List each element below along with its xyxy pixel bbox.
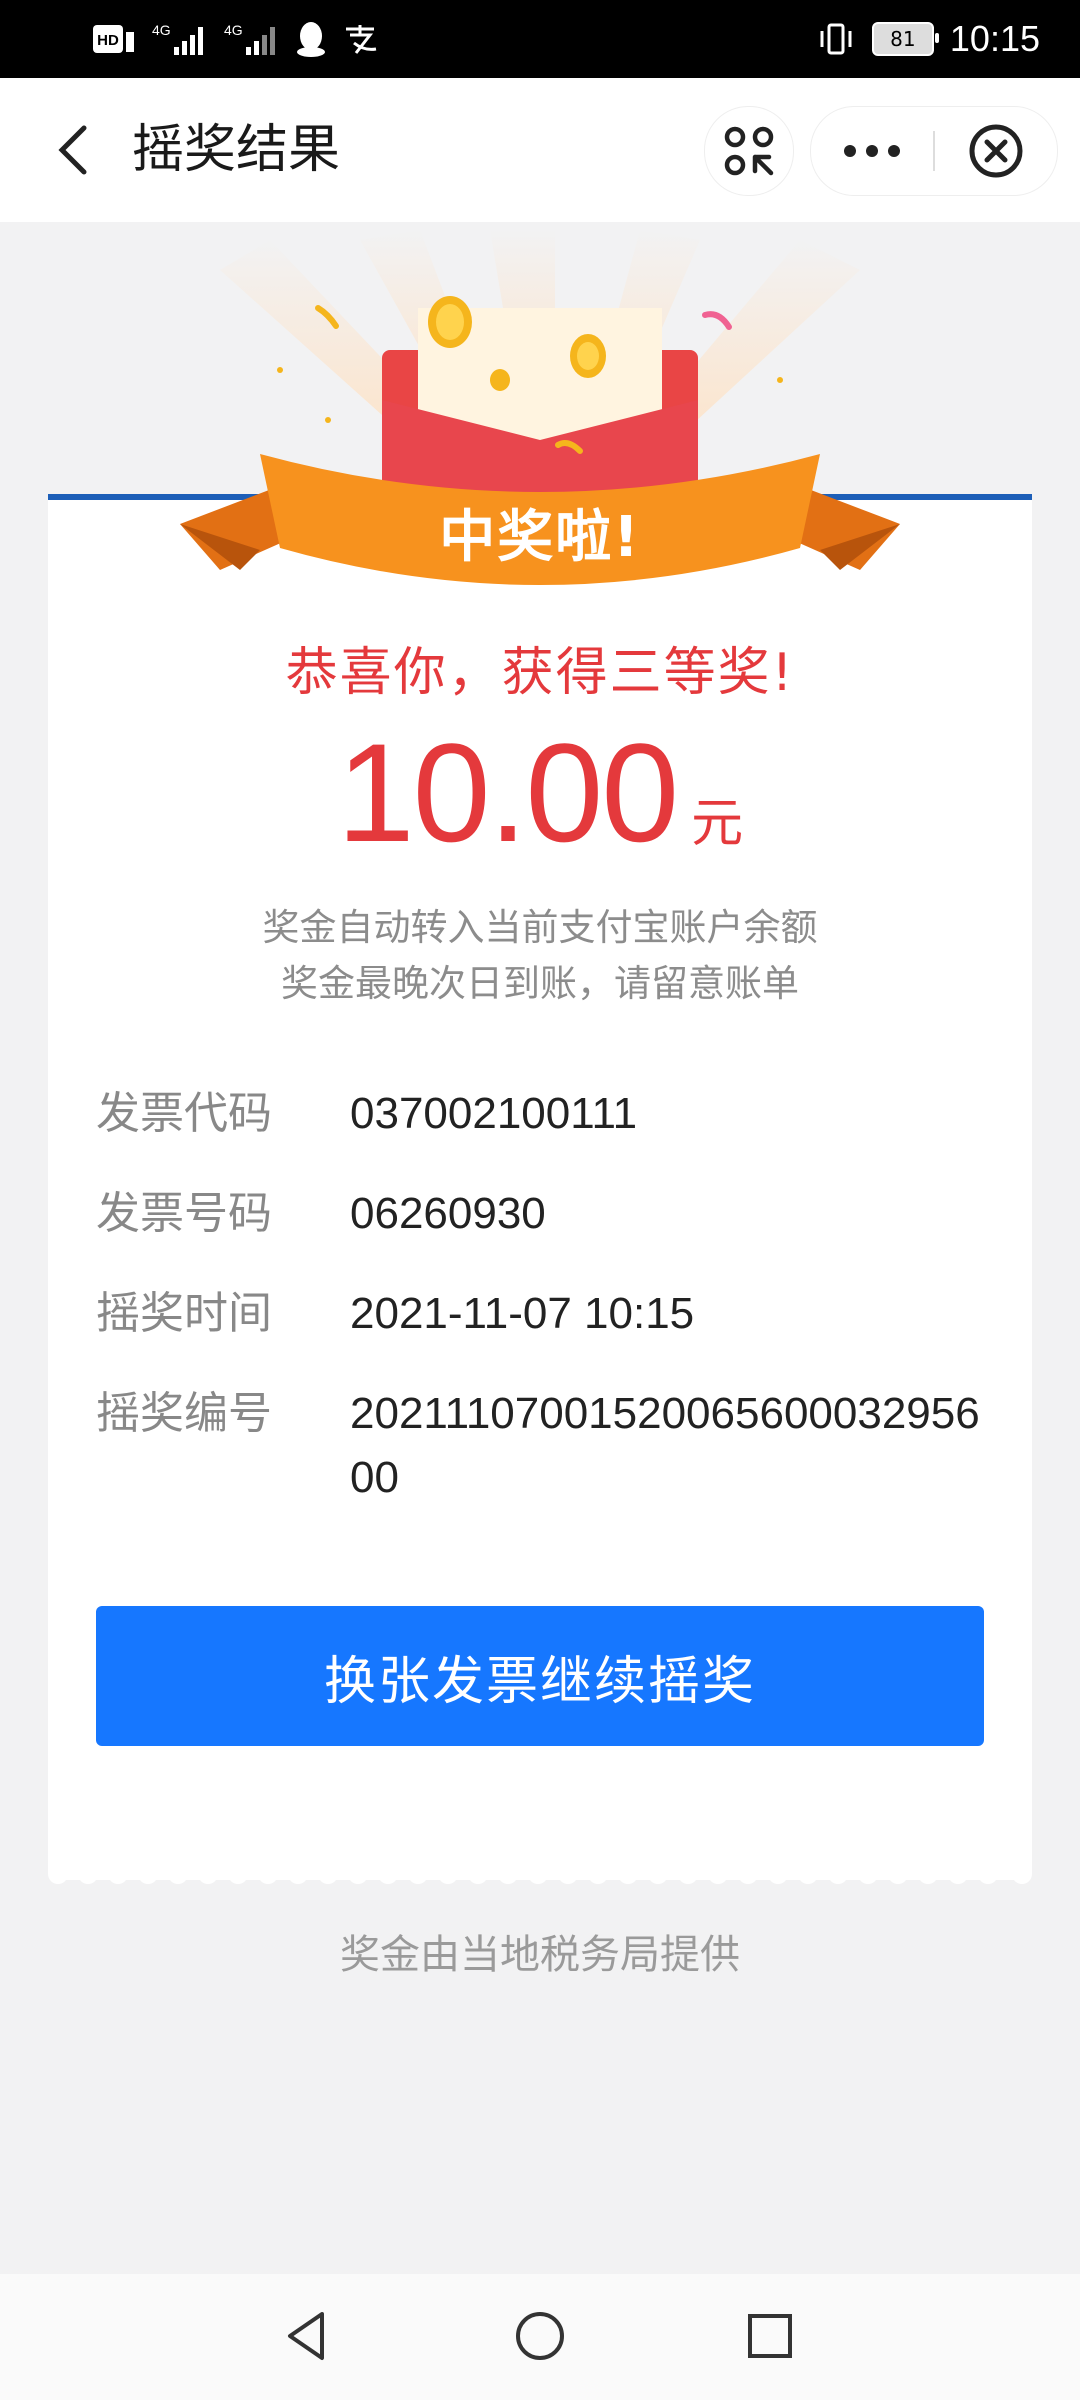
info-value: 2021-11-07 10:15 xyxy=(350,1289,695,1338)
alipay-icon xyxy=(346,25,377,54)
more-button[interactable] xyxy=(811,107,933,195)
scan-button[interactable] xyxy=(704,106,794,196)
info-value: 037002100111 xyxy=(350,1089,638,1138)
status-bar: HD 4G 4G 81 10:15 xyxy=(0,0,1080,78)
info-value: 2021110700152006560003295600 xyxy=(350,1389,980,1502)
info-row-invoice-number: 发票号码 06260930 xyxy=(96,1182,996,1246)
info-label: 发票代码 xyxy=(96,1088,272,1139)
svg-text:HD: HD xyxy=(97,32,119,49)
vibrate-icon xyxy=(820,23,852,55)
status-right: 81 10:15 xyxy=(816,14,1040,64)
info-list: 发票代码 037002100111 发票号码 06260930 摇奖时间 202… xyxy=(96,1082,996,1546)
battery-icon: 81 xyxy=(871,22,939,56)
info-label: 发票号码 xyxy=(96,1188,272,1239)
scan-icon xyxy=(724,126,774,176)
draw-again-button[interactable]: 换张发票继续摇奖 xyxy=(96,1606,984,1746)
page-title: 摇奖结果 xyxy=(132,120,341,180)
close-button[interactable] xyxy=(935,107,1057,195)
svg-text:4G: 4G xyxy=(224,22,243,38)
back-icon[interactable] xyxy=(46,118,106,182)
hd-icon: HD xyxy=(93,25,134,53)
close-icon xyxy=(969,124,1023,178)
system-nav-bar xyxy=(0,2274,1080,2400)
more-icon xyxy=(844,145,900,157)
info-value: 06260930 xyxy=(350,1189,546,1238)
congrats-text: 恭喜你，获得三等奖! xyxy=(285,643,795,703)
prize-amount: 10.00 xyxy=(336,714,679,871)
nav-home-icon[interactable] xyxy=(508,2304,572,2368)
info-row-draw-time: 摇奖时间 2021-11-07 10:15 xyxy=(96,1282,996,1346)
prize-notes: 奖金自动转入当前支付宝账户余额 奖金最晚次日到账，请留意账单 xyxy=(0,900,1080,1012)
card-scallop-edge xyxy=(48,1862,1032,1884)
nav-back-icon[interactable] xyxy=(276,2304,340,2368)
qq-icon xyxy=(297,22,325,57)
signal-4g-icon: 4G xyxy=(224,22,275,55)
info-row-draw-id: 摇奖编号 2021110700152006560003295600 xyxy=(96,1382,996,1510)
note-line-2: 奖金最晚次日到账，请留意账单 xyxy=(281,962,799,1005)
prize-unit: 元 xyxy=(691,794,744,854)
info-label: 摇奖时间 xyxy=(96,1288,272,1339)
footer-note: 奖金由当地税务局提供 xyxy=(340,1932,740,1978)
info-row-invoice-code: 发票代码 037002100111 xyxy=(96,1082,996,1146)
banner-text: 中奖啦! xyxy=(439,505,641,570)
info-label: 摇奖编号 xyxy=(96,1388,272,1439)
prize-amount-wrap: 10.00 元 xyxy=(0,712,1080,874)
status-time: 10:15 xyxy=(949,18,1040,59)
svg-text:4G: 4G xyxy=(152,22,171,38)
battery-level: 81 xyxy=(890,27,916,51)
nav-bar: 摇奖结果 xyxy=(0,78,1080,222)
note-line-1: 奖金自动转入当前支付宝账户余额 xyxy=(262,906,818,949)
signal-4g-icon: 4G xyxy=(152,22,203,55)
nav-recents-icon[interactable] xyxy=(738,2304,802,2368)
capsule-menu xyxy=(810,106,1058,196)
status-left-icons: HD 4G 4G xyxy=(92,18,378,60)
